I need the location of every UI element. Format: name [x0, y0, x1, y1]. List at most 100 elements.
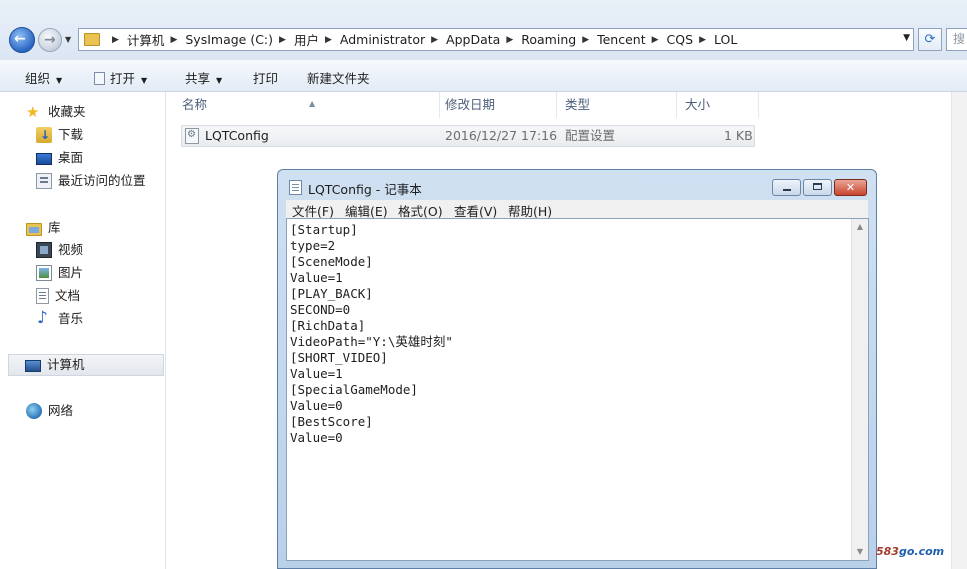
crumb-users[interactable]: 用户 — [294, 30, 319, 49]
column-headers: 名称 ▲ 修改日期 类型 大小 — [166, 92, 766, 118]
nav-computer[interactable]: 计算机 — [8, 354, 164, 376]
crumb-appdata[interactable]: AppData — [446, 32, 500, 47]
organize-label: 组织 — [25, 71, 51, 86]
navigation-pane: 收藏夹 下载 桌面 最近访问的位置 库 视频 图片 文档 音乐 计算机 网络 — [0, 92, 166, 569]
desktop-icon — [36, 153, 52, 165]
file-size: 1 KB — [724, 128, 753, 143]
nav-downloads[interactable]: 下载 — [36, 124, 83, 146]
crumb-computer[interactable]: 计算机 — [127, 30, 165, 49]
search-input[interactable]: 搜 — [946, 28, 967, 51]
close-icon: ✕ — [845, 181, 856, 194]
close-button[interactable]: ✕ — [834, 179, 867, 196]
chevron-right-icon[interactable]: ▶ — [652, 35, 659, 45]
maximize-button[interactable] — [803, 179, 832, 196]
forward-button[interactable]: → — [38, 28, 62, 52]
crumb-lol[interactable]: LOL — [714, 32, 737, 47]
crumb-administrator[interactable]: Administrator — [340, 32, 425, 47]
chevron-right-icon[interactable]: ▶ — [431, 35, 438, 45]
crumb-roaming[interactable]: Roaming — [521, 32, 576, 47]
notepad-window: LQTConfig - 记事本 ✕ 文件(F) 编辑(E) 格式(O) 查看(V… — [277, 169, 877, 569]
crumb-tencent[interactable]: Tencent — [597, 32, 646, 47]
nav-music[interactable]: 音乐 — [36, 307, 84, 330]
crumb-cqs[interactable]: CQS — [667, 32, 694, 47]
notepad-text-area[interactable]: [Startup] type=2 [SceneMode] Value=1 [PL… — [286, 218, 869, 561]
notepad-icon — [289, 180, 302, 195]
nav-libraries-label: 库 — [48, 220, 61, 235]
nav-downloads-label: 下载 — [58, 127, 84, 142]
nav-videos-label: 视频 — [58, 242, 84, 257]
notepad-icon — [94, 72, 105, 85]
notepad-content[interactable]: [Startup] type=2 [SceneMode] Value=1 [PL… — [290, 222, 453, 446]
chevron-right-icon[interactable]: ▶ — [506, 35, 513, 45]
network-globe-icon — [26, 403, 42, 419]
header-size[interactable]: 大小 — [677, 92, 759, 118]
open-label: 打开 — [110, 71, 136, 86]
nav-music-label: 音乐 — [58, 311, 84, 326]
forward-arrow-icon: → — [44, 32, 56, 48]
header-type[interactable]: 类型 — [557, 92, 677, 118]
nav-desktop[interactable]: 桌面 — [36, 147, 83, 169]
nav-documents-label: 文档 — [55, 288, 81, 303]
nav-desktop-label: 桌面 — [58, 150, 84, 165]
header-modified[interactable]: 修改日期 — [437, 92, 557, 118]
recent-places-icon — [36, 173, 52, 189]
caret-down-icon: ▼ — [141, 76, 148, 85]
notepad-title: LQTConfig - 记事本 — [308, 182, 422, 197]
nav-libraries[interactable]: 库 — [26, 217, 61, 239]
caret-down-icon: ▼ — [216, 76, 223, 85]
refresh-button[interactable]: ⟳ — [918, 28, 942, 51]
organize-button[interactable]: 组织 ▼ — [25, 68, 62, 87]
file-type: 配置设置 — [565, 128, 616, 143]
config-file-icon — [185, 128, 199, 144]
nav-network-label: 网络 — [48, 403, 74, 418]
libraries-icon — [26, 222, 42, 236]
folder-icon — [84, 33, 100, 46]
minimize-button[interactable] — [772, 179, 801, 196]
star-icon — [26, 101, 42, 123]
video-icon — [36, 242, 52, 258]
file-name: LQTConfig — [205, 128, 269, 143]
watermark-blue: go.com — [898, 545, 945, 558]
chevron-right-icon[interactable]: ▶ — [582, 35, 589, 45]
nav-pictures-label: 图片 — [58, 265, 84, 280]
chevron-right-icon[interactable]: ▶ — [112, 35, 119, 45]
open-button[interactable]: 打开 ▼ — [94, 68, 147, 87]
scroll-down-icon[interactable]: ▼ — [852, 544, 868, 560]
header-name[interactable]: 名称 ▲ — [174, 92, 440, 118]
print-button[interactable]: 打印 — [253, 68, 278, 87]
nav-pictures[interactable]: 图片 — [36, 262, 83, 284]
back-button[interactable]: ← — [9, 27, 35, 53]
share-button[interactable]: 共享 ▼ — [185, 68, 222, 87]
watermark-red: 583 — [876, 545, 899, 558]
nav-favorites[interactable]: 收藏夹 — [26, 101, 86, 123]
document-icon — [36, 288, 49, 304]
nav-documents[interactable]: 文档 — [36, 285, 80, 307]
chevron-right-icon[interactable]: ▶ — [699, 35, 706, 45]
chevron-right-icon[interactable]: ▶ — [170, 35, 177, 45]
music-note-icon — [36, 307, 52, 329]
share-label: 共享 — [185, 71, 211, 86]
caret-down-icon: ▼ — [56, 76, 63, 85]
address-bar: ← → ▼ ▶ 计算机 ▶ SysImage (C:) ▶ 用户 ▶ Admin… — [0, 0, 967, 60]
refresh-icon: ⟳ — [924, 32, 936, 47]
explorer-scrollbar[interactable] — [951, 92, 967, 569]
nav-recent-label: 最近访问的位置 — [58, 173, 146, 188]
nav-network[interactable]: 网络 — [26, 400, 73, 422]
computer-icon — [25, 360, 41, 372]
back-arrow-icon: ← — [14, 31, 26, 47]
path-box[interactable]: ▶ 计算机 ▶ SysImage (C:) ▶ 用户 ▶ Administrat… — [78, 28, 914, 51]
history-dropdown-icon[interactable]: ▼ — [65, 35, 71, 44]
notepad-scrollbar[interactable]: ▲ ▼ — [851, 219, 868, 560]
nav-videos[interactable]: 视频 — [36, 239, 83, 261]
chevron-right-icon[interactable]: ▶ — [279, 35, 286, 45]
downloads-folder-icon — [36, 124, 52, 146]
chevron-right-icon[interactable]: ▶ — [325, 35, 332, 45]
crumb-sysimage[interactable]: SysImage (C:) — [185, 32, 273, 47]
file-row[interactable]: LQTConfig 2016/12/27 17:16 配置设置 1 KB — [181, 125, 755, 147]
path-dropdown-icon[interactable]: ▼ — [903, 33, 910, 43]
nav-favorites-label: 收藏夹 — [48, 104, 86, 119]
picture-icon — [36, 265, 52, 281]
scroll-up-icon[interactable]: ▲ — [852, 219, 868, 235]
nav-recent-places[interactable]: 最近访问的位置 — [36, 170, 146, 192]
new-folder-button[interactable]: 新建文件夹 — [307, 68, 370, 87]
